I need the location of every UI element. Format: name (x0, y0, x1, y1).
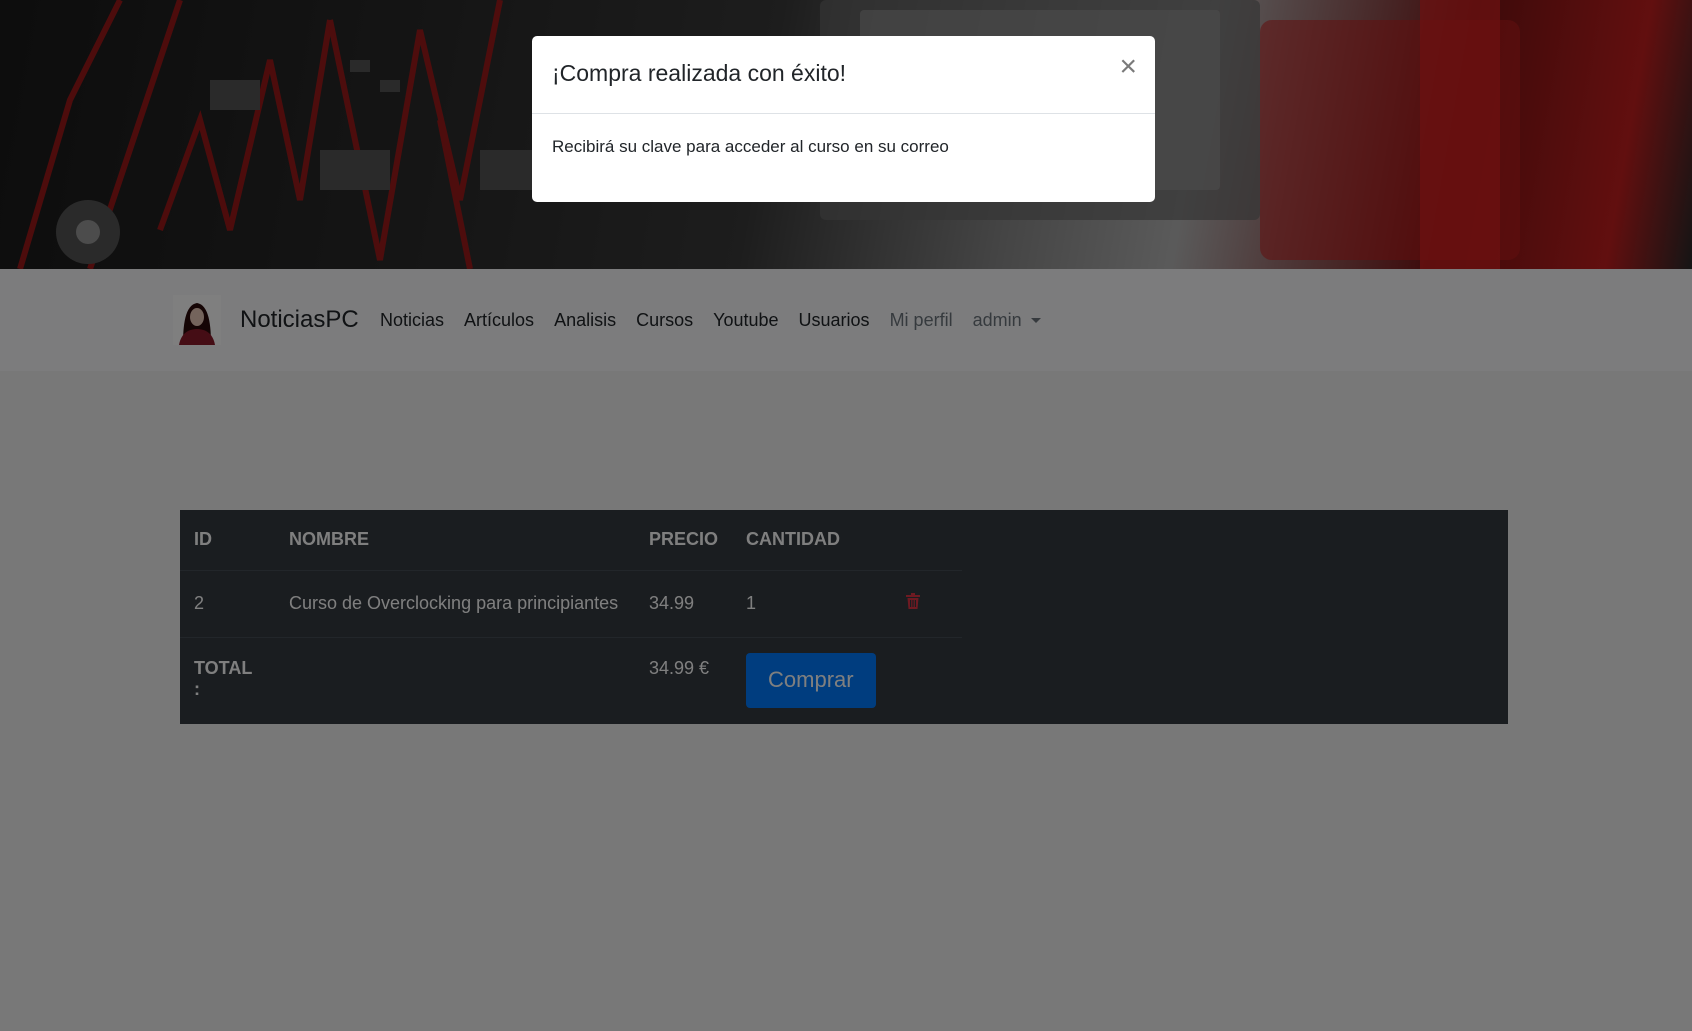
purchase-success-modal: ¡Compra realizada con éxito! × Recibirá … (532, 36, 1155, 202)
modal-header: ¡Compra realizada con éxito! × (532, 36, 1155, 114)
modal-body-text: Recibirá su clave para acceder al curso … (552, 137, 949, 156)
close-icon[interactable]: × (1119, 52, 1137, 82)
modal-title: ¡Compra realizada con éxito! (552, 60, 847, 86)
